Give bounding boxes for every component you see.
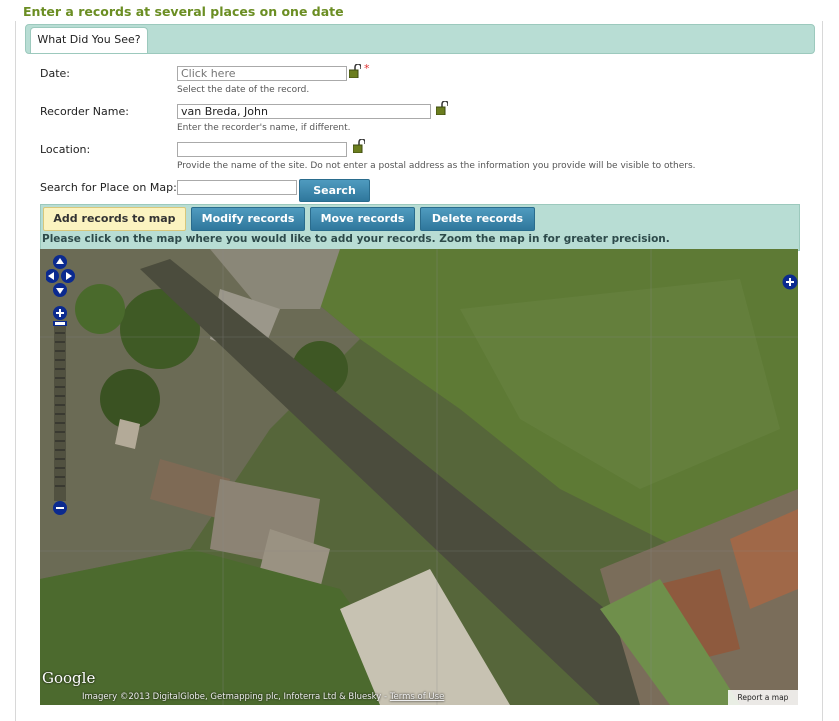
page-title: Enter a records at several places on one… <box>23 4 344 19</box>
satellite-imagery <box>40 249 798 705</box>
satellite-map[interactable]: Google Imagery ©2013 DigitalGlobe, Getma… <box>40 249 798 705</box>
google-logo: Google <box>42 669 96 687</box>
location-hint: Provide the name of the site. Do not ent… <box>177 161 696 171</box>
add-records-button[interactable]: Add records to map <box>43 207 186 231</box>
date-field[interactable] <box>177 66 347 81</box>
pan-control[interactable] <box>46 254 78 300</box>
required-marker: * <box>364 62 370 75</box>
search-button[interactable]: Search <box>299 179 370 202</box>
attribution-text: Imagery ©2013 DigitalGlobe, Getmapping p… <box>82 692 390 702</box>
unlock-icon[interactable] <box>353 139 365 153</box>
delete-records-button[interactable]: Delete records <box>420 207 535 231</box>
move-records-button[interactable]: Move records <box>310 207 415 231</box>
location-field[interactable] <box>177 142 347 157</box>
terms-of-use-link[interactable]: Terms of Use <box>390 692 445 702</box>
search-label: Search for Place on Map: <box>40 181 177 194</box>
location-label: Location: <box>40 143 91 156</box>
recorder-hint: Enter the recorder's name, if different. <box>177 123 351 133</box>
layer-switcher-icon[interactable] <box>782 274 798 290</box>
map-instruction: Please click on the map where you would … <box>42 233 670 245</box>
report-map-error-link[interactable]: Report a map error <box>728 690 798 705</box>
unlock-icon[interactable] <box>436 101 448 115</box>
unlock-icon[interactable] <box>349 64 361 78</box>
modify-records-button[interactable]: Modify records <box>191 207 305 231</box>
tab-what-did-you-see[interactable]: What Did You See? <box>30 27 148 53</box>
zoom-slider[interactable] <box>52 321 68 501</box>
date-hint: Select the date of the record. <box>177 85 310 95</box>
place-search-input[interactable] <box>177 180 297 195</box>
map-attribution: Imagery ©2013 DigitalGlobe, Getmapping p… <box>82 692 444 702</box>
recorder-name-field[interactable] <box>177 104 431 119</box>
recorder-label: Recorder Name: <box>40 105 129 118</box>
date-label: Date: <box>40 67 70 80</box>
zoom-out-icon[interactable] <box>52 500 68 516</box>
zoom-in-icon[interactable] <box>52 305 68 321</box>
